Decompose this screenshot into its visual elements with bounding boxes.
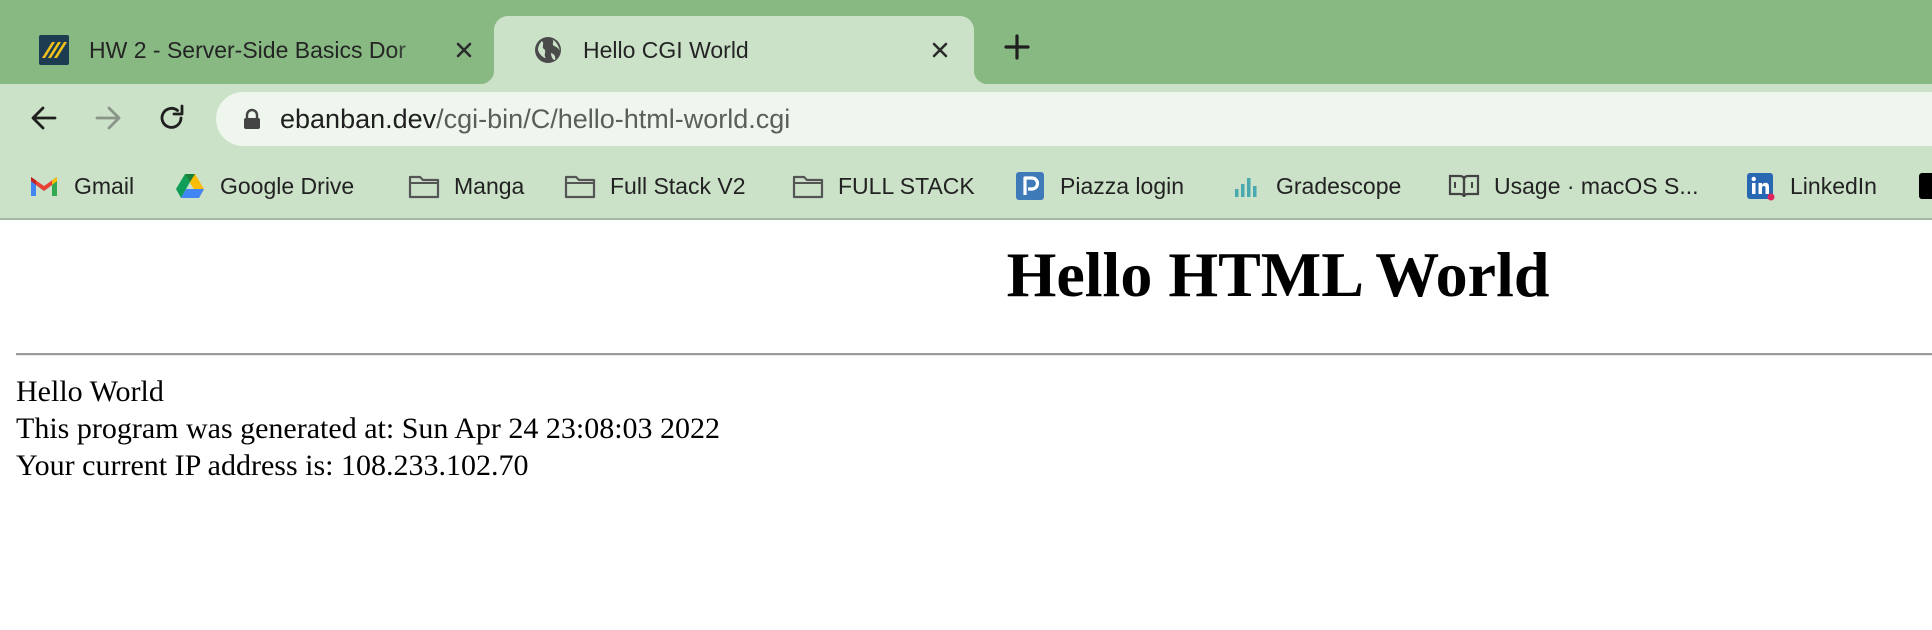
pencil-stripes-icon bbox=[38, 34, 70, 66]
close-icon[interactable] bbox=[450, 36, 478, 64]
url-text[interactable]: ebanban.dev/cgi-bin/C/hello-html-world.c… bbox=[280, 104, 790, 135]
bookmark-piazza-login[interactable]: Piazza login bbox=[1014, 169, 1184, 203]
tab-title: HW 2 - Server-Side Basics Dor bbox=[89, 36, 406, 63]
tab-title: Hello CGI World bbox=[583, 36, 749, 63]
bookmark-usage-macos[interactable]: Usage · macOS S... bbox=[1448, 169, 1699, 203]
bookmark-linkedin[interactable]: LinkedIn bbox=[1744, 169, 1877, 203]
back-arrow-icon[interactable] bbox=[24, 98, 64, 138]
bookmark-label: LinkedIn bbox=[1790, 172, 1877, 199]
piazza-icon bbox=[1014, 170, 1046, 202]
address-bar[interactable]: ebanban.dev/cgi-bin/C/hello-html-world.c… bbox=[216, 92, 1932, 146]
bookmark-label: FULL STACK bbox=[838, 172, 975, 199]
dev-icon bbox=[1916, 170, 1932, 202]
tab-hw2[interactable]: HW 2 - Server-Side Basics Dor bbox=[0, 16, 494, 84]
bookmark-folder-full-stack-v2[interactable]: Full Stack V2 bbox=[564, 169, 746, 203]
ip-address-line: Your current IP address is: 108.233.102.… bbox=[16, 449, 529, 482]
folder-icon bbox=[792, 170, 824, 202]
url-path: /cgi-bin/C/hello-html-world.cgi bbox=[436, 103, 791, 134]
close-icon[interactable] bbox=[926, 36, 954, 64]
bookmark-label: Piazza login bbox=[1060, 172, 1185, 199]
gmail-icon bbox=[28, 170, 60, 202]
tab-strip: HW 2 - Server-Side Basics Dor Hello CGI … bbox=[0, 0, 1932, 84]
globe-icon bbox=[532, 34, 564, 66]
bookmarks-bar: Gmail Google Drive Manga Full Stack V2 F… bbox=[0, 152, 1932, 220]
bookmark-dev[interactable] bbox=[1916, 169, 1932, 203]
bookmark-label: Gmail bbox=[74, 172, 135, 199]
horizontal-rule bbox=[16, 353, 1932, 356]
bookmark-folder-manga[interactable]: Manga bbox=[408, 169, 524, 203]
folder-icon bbox=[408, 170, 440, 202]
google-drive-icon bbox=[174, 170, 206, 202]
bookmark-gmail[interactable]: Gmail bbox=[28, 169, 134, 203]
reload-icon[interactable] bbox=[152, 98, 192, 138]
bookmark-label: Full Stack V2 bbox=[610, 172, 746, 199]
page-heading: Hello HTML World bbox=[1006, 239, 1550, 310]
page-body: Hello World This program was generated a… bbox=[16, 373, 720, 484]
book-icon bbox=[1448, 170, 1480, 202]
page-content: Hello HTML World Hello World This progra… bbox=[0, 220, 1932, 630]
linkedin-icon bbox=[1744, 170, 1776, 202]
lock-icon[interactable] bbox=[242, 108, 262, 130]
url-host: ebanban.dev bbox=[280, 103, 437, 134]
forward-arrow-icon[interactable] bbox=[88, 98, 128, 138]
gradescope-icon bbox=[1230, 170, 1262, 202]
new-tab-plus-icon[interactable] bbox=[1000, 30, 1034, 64]
toolbar: ebanban.dev/cgi-bin/C/hello-html-world.c… bbox=[0, 84, 1932, 152]
bookmark-label: Gradescope bbox=[1276, 172, 1402, 199]
folder-icon bbox=[564, 170, 596, 202]
generated-time-line: This program was generated at: Sun Apr 2… bbox=[16, 412, 721, 445]
tab-hello-cgi-world[interactable]: Hello CGI World bbox=[480, 16, 988, 84]
bookmark-label: Google Drive bbox=[220, 172, 355, 199]
bookmark-google-drive[interactable]: Google Drive bbox=[174, 169, 354, 203]
hello-world-line: Hello World bbox=[16, 375, 164, 408]
bookmark-label: Manga bbox=[454, 172, 525, 199]
bookmark-folder-full-stack[interactable]: FULL STACK bbox=[792, 169, 975, 203]
bookmark-gradescope[interactable]: Gradescope bbox=[1230, 169, 1401, 203]
bookmark-label: Usage · macOS S... bbox=[1494, 172, 1699, 199]
